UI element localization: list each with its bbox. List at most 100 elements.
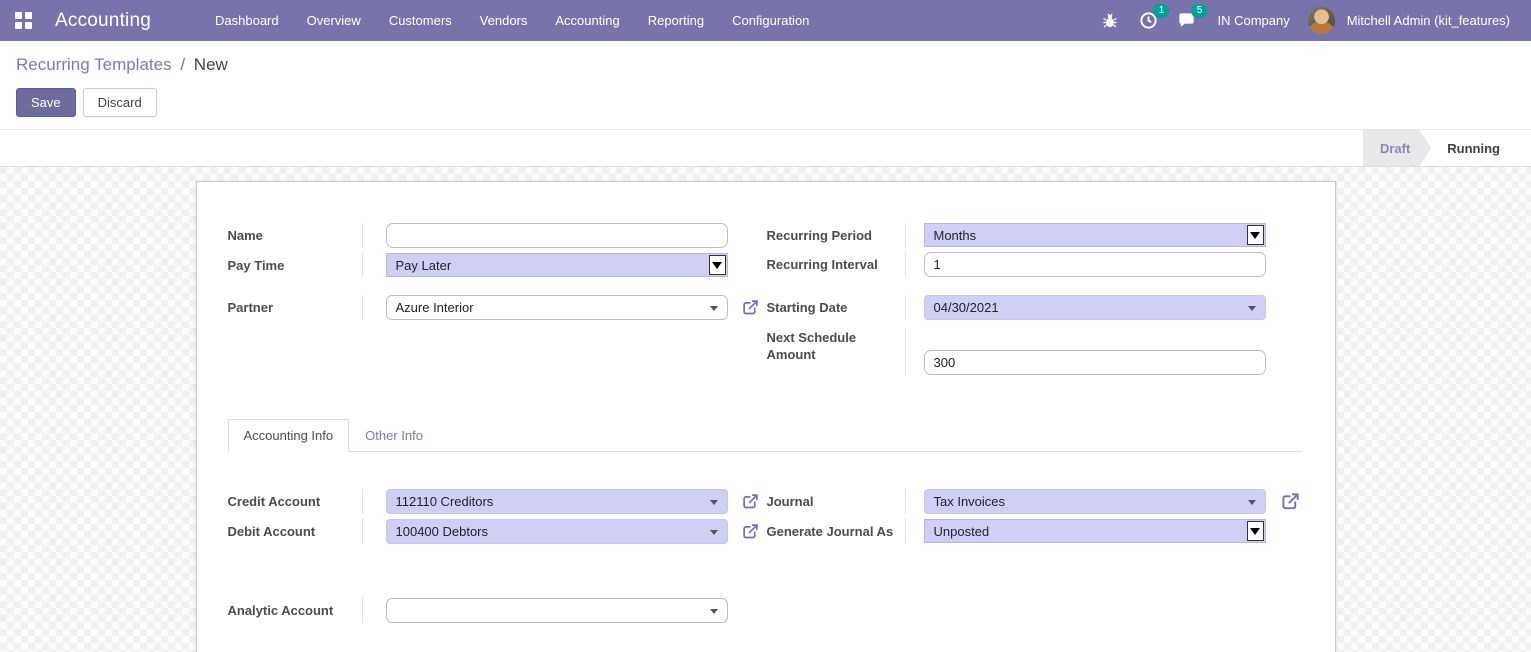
credit-account-external-link-icon[interactable]	[742, 493, 759, 510]
apps-grid-icon[interactable]	[15, 12, 33, 30]
breadcrumb-parent-link[interactable]: Recurring Templates	[16, 55, 172, 74]
analytic-account-combobox[interactable]	[386, 598, 728, 623]
credit-account-combobox[interactable]: 112110 Creditors	[386, 489, 728, 514]
user-menu[interactable]: Mitchell Admin (kit_features)	[1347, 13, 1516, 28]
apps-grid-square	[15, 12, 22, 19]
menu-vendors[interactable]: Vendors	[470, 7, 538, 34]
partner-external-link-icon[interactable]	[742, 299, 759, 316]
debug-bug-icon[interactable]	[1097, 8, 1123, 34]
dropdown-caret-icon	[710, 306, 718, 311]
field-row-journal: Journal Tax Invoices	[767, 489, 1302, 514]
form-action-buttons: Save Discard	[16, 88, 1515, 117]
credit-account-label: Credit Account	[228, 489, 363, 514]
starting-date-value: 04/30/2021	[934, 300, 999, 315]
journal-external-link-icon[interactable]	[1281, 492, 1300, 511]
menu-customers[interactable]: Customers	[379, 7, 462, 34]
field-row-recurring-interval: Recurring Interval	[767, 252, 1302, 277]
field-row-next-schedule-amount: Next Schedule Amount	[767, 328, 1302, 376]
journal-value: Tax Invoices	[934, 494, 1006, 509]
field-row-partner: Partner Azure Interior	[228, 295, 760, 320]
generate-journal-as-select[interactable]: Unposted	[924, 519, 1266, 543]
status-running[interactable]: Running	[1431, 130, 1516, 166]
recurring-interval-label: Recurring Interval	[767, 252, 906, 277]
notebook-tabs: Accounting Info Other Info	[228, 419, 1302, 452]
next-schedule-amount-label: Next Schedule Amount	[767, 328, 906, 376]
journal-combobox[interactable]: Tax Invoices	[924, 489, 1266, 514]
save-button[interactable]: Save	[16, 88, 76, 117]
company-switcher[interactable]: IN Company	[1211, 13, 1295, 28]
field-row-starting-date: Starting Date 04/30/2021	[767, 295, 1302, 320]
partner-value: Azure Interior	[396, 300, 474, 315]
select-arrow-icon[interactable]	[1247, 225, 1264, 245]
pay-time-label: Pay Time	[228, 253, 363, 277]
breadcrumb-current: New	[194, 55, 228, 74]
accounting-info-panel: Credit Account 112110 Creditors	[228, 489, 1302, 549]
apps-grid-square	[25, 12, 32, 19]
menu-reporting[interactable]: Reporting	[638, 7, 714, 34]
debit-account-combobox[interactable]: 100400 Debtors	[386, 519, 728, 544]
messages-count-badge: 5	[1191, 4, 1207, 18]
field-row-generate-journal-as: Generate Journal As Unposted	[767, 519, 1302, 543]
form-background: Name Pay Time Pay Later Partner	[0, 167, 1531, 652]
main-menu: Dashboard Overview Customers Vendors Acc…	[205, 7, 819, 34]
top-navbar: Accounting Dashboard Overview Customers …	[0, 0, 1531, 41]
messages-icon[interactable]: 5	[1173, 8, 1199, 34]
debit-account-value: 100400 Debtors	[396, 524, 489, 539]
discard-button[interactable]: Discard	[83, 88, 157, 117]
menu-overview[interactable]: Overview	[297, 7, 371, 34]
form-sheet: Name Pay Time Pay Later Partner	[196, 181, 1336, 652]
field-row-credit-account: Credit Account 112110 Creditors	[228, 489, 760, 514]
statusbar: Draft Running	[0, 130, 1531, 167]
field-row-pay-time: Pay Time Pay Later	[228, 253, 760, 277]
analytic-account-label: Analytic Account	[228, 598, 363, 623]
tab-right-column: Journal Tax Invoices	[767, 489, 1302, 549]
recurring-period-select[interactable]: Months	[924, 223, 1266, 247]
partner-label: Partner	[228, 295, 363, 320]
generate-journal-as-value: Unposted	[934, 524, 990, 539]
tab-accounting-info[interactable]: Accounting Info	[228, 419, 350, 452]
journal-label: Journal	[767, 489, 906, 514]
recurring-period-value: Months	[934, 228, 977, 243]
starting-date-label: Starting Date	[767, 295, 906, 320]
dropdown-caret-icon	[710, 609, 718, 614]
app-brand[interactable]: Accounting	[55, 10, 151, 32]
dropdown-caret-icon	[710, 500, 718, 505]
status-draft[interactable]: Draft	[1363, 130, 1431, 166]
tab-other-info[interactable]: Other Info	[349, 419, 439, 452]
field-row-analytic-account: Analytic Account	[228, 598, 1302, 623]
select-arrow-icon[interactable]	[709, 255, 726, 275]
dropdown-caret-icon	[1248, 306, 1256, 311]
form-top-section: Name Pay Time Pay Later Partner	[228, 223, 1302, 381]
next-schedule-amount-input[interactable]	[924, 350, 1266, 375]
debit-account-external-link-icon[interactable]	[742, 523, 759, 540]
recurring-period-label: Recurring Period	[767, 223, 906, 247]
pay-time-select[interactable]: Pay Later	[386, 253, 728, 277]
name-input[interactable]	[386, 223, 728, 248]
dropdown-caret-icon	[1248, 500, 1256, 505]
form-left-column: Name Pay Time Pay Later Partner	[228, 223, 760, 381]
breadcrumb-separator: /	[176, 55, 189, 74]
field-row-recurring-period: Recurring Period Months	[767, 223, 1302, 247]
breadcrumb: Recurring Templates / New	[0, 53, 1531, 75]
partner-combobox[interactable]: Azure Interior	[386, 295, 728, 320]
field-row-debit-account: Debit Account 100400 Debtors	[228, 519, 760, 544]
activity-clock-icon[interactable]: 1	[1135, 8, 1161, 34]
activity-count-badge: 1	[1153, 4, 1169, 18]
menu-dashboard[interactable]: Dashboard	[205, 7, 289, 34]
pay-time-value: Pay Later	[396, 258, 452, 273]
menu-configuration[interactable]: Configuration	[722, 7, 819, 34]
analytic-section: Analytic Account	[228, 598, 1302, 623]
dropdown-caret-icon	[710, 530, 718, 535]
recurring-interval-input[interactable]	[924, 252, 1266, 277]
menu-accounting[interactable]: Accounting	[545, 7, 629, 34]
user-avatar[interactable]	[1308, 7, 1335, 34]
navbar-right: 1 5 IN Company Mitchell Admin (kit_featu…	[1097, 7, 1516, 34]
select-arrow-icon[interactable]	[1247, 521, 1264, 541]
apps-grid-square	[15, 22, 22, 29]
apps-grid-square	[25, 22, 32, 29]
field-row-name: Name	[228, 223, 760, 248]
name-label: Name	[228, 223, 363, 248]
control-panel: Recurring Templates / New Save Discard	[0, 41, 1531, 130]
starting-date-picker[interactable]: 04/30/2021	[924, 295, 1266, 320]
credit-account-value: 112110 Creditors	[396, 494, 494, 509]
